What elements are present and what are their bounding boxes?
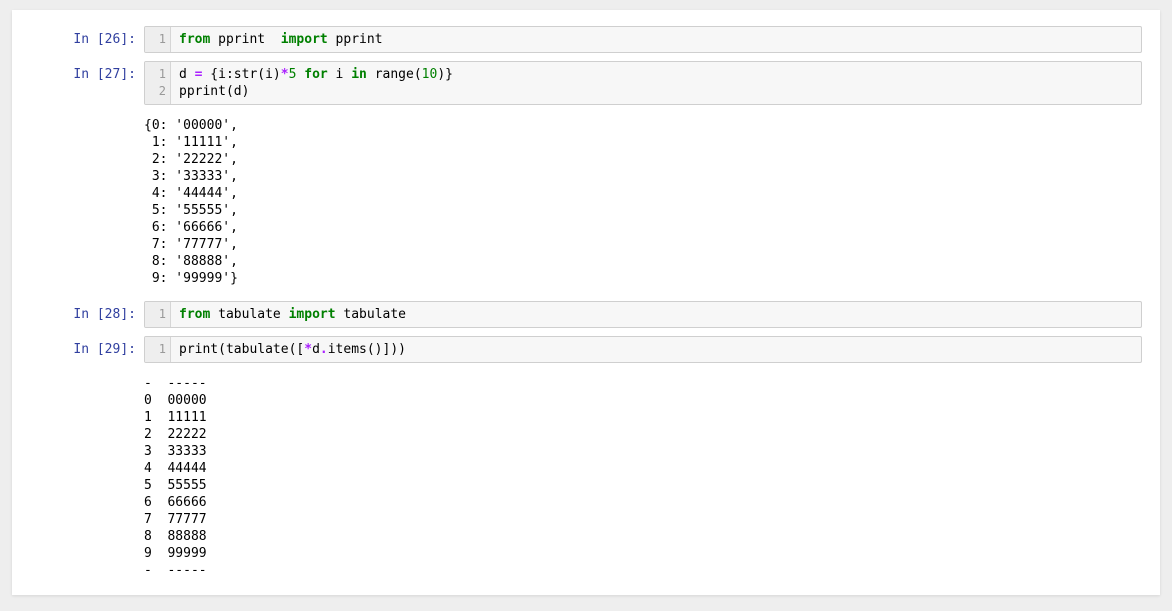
line-gutter: 1	[145, 302, 171, 327]
code-token: *	[281, 67, 289, 82]
prompt-in: In [27]:	[12, 61, 144, 86]
code-token: i	[328, 67, 351, 82]
code-token: range(	[367, 67, 422, 82]
code-editor[interactable]: from pprint import pprint	[171, 27, 1141, 52]
code-token: import	[281, 32, 328, 47]
code-token: print(tabulate([	[179, 342, 304, 357]
code-token: tabulate	[210, 307, 288, 322]
prompt-text: In [28]:	[73, 307, 136, 322]
input-area[interactable]: 1 print(tabulate([*d.items()]))	[144, 336, 1142, 363]
prompt-text: In [26]:	[73, 32, 136, 47]
output-row: - ----- 0 00000 1 11111 2 22222 3 33333 …	[12, 367, 1160, 589]
prompt-text: In [27]:	[73, 67, 136, 82]
output-prompt-spacer	[12, 371, 144, 579]
code-token: d	[179, 67, 195, 82]
prompt-text: In [29]:	[73, 342, 136, 357]
output-prompt-spacer	[12, 113, 144, 287]
code-cell: In [29]: 1 print(tabulate([*d.items()]))	[12, 332, 1160, 367]
line-gutter: 1	[145, 337, 171, 362]
cell-output: {0: '00000', 1: '11111', 2: '22222', 3: …	[144, 113, 1142, 287]
code-token: for	[304, 67, 327, 82]
cell-output: - ----- 0 00000 1 11111 2 22222 3 33333 …	[144, 371, 1142, 579]
code-token: d	[312, 342, 320, 357]
code-token: items()]))	[328, 342, 406, 357]
input-area[interactable]: 1 from pprint import pprint	[144, 26, 1142, 53]
prompt-in: In [28]:	[12, 301, 144, 326]
code-token: 10	[422, 67, 438, 82]
code-cell: In [28]: 1 from tabulate import tabulate	[12, 297, 1160, 332]
code-token: {i:str(i)	[202, 67, 280, 82]
prompt-in: In [29]:	[12, 336, 144, 361]
notebook: In [26]: 1 from pprint import pprint In …	[12, 10, 1160, 595]
code-editor[interactable]: print(tabulate([*d.items()]))	[171, 337, 1141, 362]
code-cell: In [27]: 1 2 d = {i:str(i)*5 for i in ra…	[12, 57, 1160, 109]
code-token: in	[351, 67, 367, 82]
code-token: *	[304, 342, 312, 357]
code-token: from	[179, 32, 210, 47]
line-gutter: 1	[145, 27, 171, 52]
code-token: pprint	[328, 32, 383, 47]
code-cell: In [26]: 1 from pprint import pprint	[12, 22, 1160, 57]
code-token: import	[289, 307, 336, 322]
code-token: from	[179, 307, 210, 322]
code-token: tabulate	[336, 307, 406, 322]
input-area[interactable]: 1 2 d = {i:str(i)*5 for i in range(10)} …	[144, 61, 1142, 105]
input-area[interactable]: 1 from tabulate import tabulate	[144, 301, 1142, 328]
code-token: pprint	[210, 32, 280, 47]
code-editor[interactable]: from tabulate import tabulate	[171, 302, 1141, 327]
prompt-in: In [26]:	[12, 26, 144, 51]
code-editor[interactable]: d = {i:str(i)*5 for i in range(10)} ppri…	[171, 62, 1141, 104]
line-gutter: 1 2	[145, 62, 171, 104]
output-row: {0: '00000', 1: '11111', 2: '22222', 3: …	[12, 109, 1160, 297]
code-token: .	[320, 342, 328, 357]
